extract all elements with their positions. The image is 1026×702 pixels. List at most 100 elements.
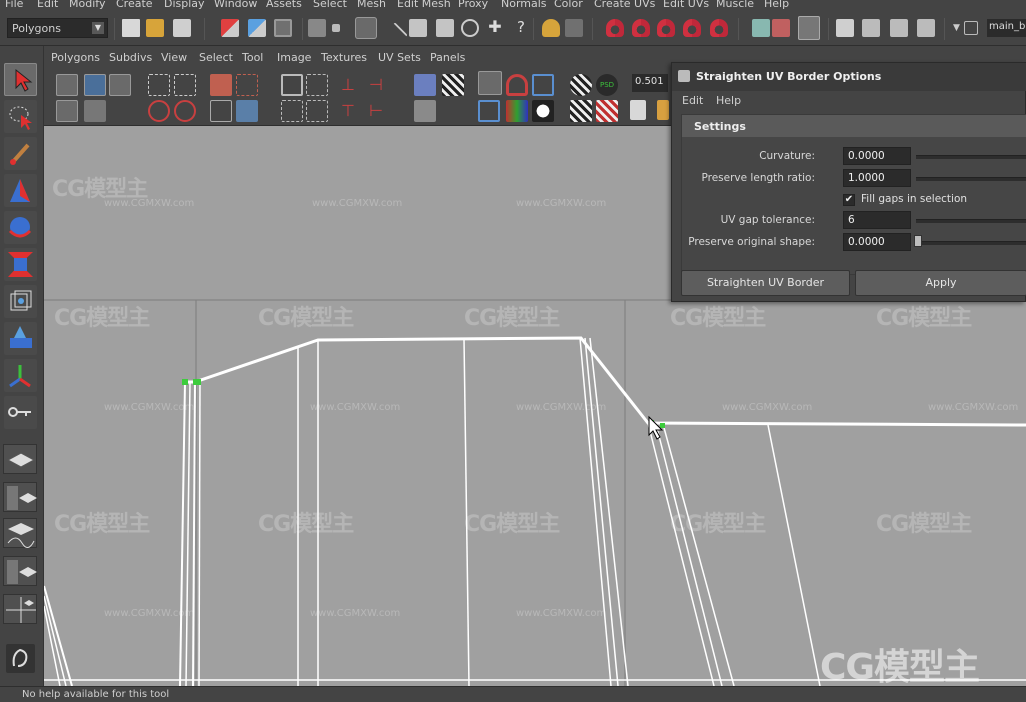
uv-menu-subdivs[interactable]: Subdivs — [109, 51, 152, 64]
menu-set-dropdown[interactable]: Polygons ▼ — [7, 18, 108, 38]
flip-u-icon[interactable] — [148, 74, 170, 96]
rotate-ccw-icon[interactable] — [148, 100, 170, 122]
uv-menu-tool[interactable]: Tool — [242, 51, 263, 64]
uv-gap-tolerance-field[interactable]: 6 — [843, 211, 911, 229]
layout-two-pane-button[interactable] — [3, 482, 37, 512]
manipulator-tool[interactable] — [4, 285, 37, 318]
rename-icon[interactable] — [964, 21, 978, 35]
sew-uv-edges-icon[interactable] — [210, 100, 232, 122]
render-frame-icon[interactable] — [836, 19, 854, 37]
menu-normals[interactable]: Normals — [501, 0, 547, 10]
script-editor-button[interactable] — [6, 644, 35, 673]
uv-shell-edges[interactable] — [44, 336, 1026, 686]
menu-display[interactable]: Display — [164, 0, 205, 10]
uv-menu-panels[interactable]: Panels — [430, 51, 465, 64]
align-v-icon[interactable]: ⊥ — [337, 74, 359, 96]
soft-mod-tool[interactable] — [4, 322, 37, 355]
uv-mask-icon[interactable] — [436, 19, 454, 37]
checker-tiles-icon[interactable] — [570, 100, 592, 122]
grid-uvs-icon[interactable] — [306, 74, 328, 96]
last-tool[interactable] — [4, 396, 37, 429]
scale-tool[interactable] — [4, 248, 37, 281]
menu-edit[interactable]: Edit — [37, 0, 58, 10]
menu-create[interactable]: Create — [116, 0, 153, 10]
move-and-sew-icon[interactable] — [236, 100, 258, 122]
uv-menu-select[interactable]: Select — [199, 51, 233, 64]
input-ops-icon[interactable] — [752, 19, 770, 37]
make-live-icon[interactable] — [710, 19, 728, 37]
show-manipulator-tool[interactable] — [4, 359, 37, 392]
layout-uvs-icon[interactable] — [281, 74, 303, 96]
quick-rename-field[interactable]: main_b — [987, 19, 1026, 37]
menu-assets[interactable]: Assets — [266, 0, 302, 10]
line-mask-icon[interactable] — [382, 22, 408, 48]
uv-snapshot-icon[interactable] — [84, 100, 106, 122]
new-scene-icon[interactable] — [122, 19, 140, 37]
menu-edit-mesh[interactable]: Edit Mesh — [397, 0, 451, 10]
uv-menu-textures[interactable]: Textures — [321, 51, 367, 64]
fill-gaps-checkbox[interactable]: ✔ — [843, 194, 855, 206]
curvature-slider[interactable] — [916, 155, 1026, 159]
menu-modify[interactable]: Modify — [69, 0, 105, 10]
uv-menu-polygons[interactable]: Polygons — [51, 51, 100, 64]
snap-point-icon[interactable] — [657, 19, 675, 37]
move-tool[interactable] — [4, 174, 37, 207]
preserve-length-ratio-slider[interactable] — [916, 177, 1026, 181]
highlight-icon[interactable] — [565, 19, 583, 37]
toggle-grid-icon[interactable] — [478, 71, 502, 95]
menu-mesh[interactable]: Mesh — [357, 0, 386, 10]
dialog-titlebar[interactable]: Straighten UV Border Options — [672, 63, 1026, 91]
uv-smudge-tool-icon[interactable] — [109, 74, 131, 96]
menu-file[interactable]: File — [5, 0, 23, 10]
select-tool[interactable] — [4, 63, 37, 96]
alpha-channel-icon[interactable] — [532, 100, 554, 122]
lasso-tool[interactable] — [4, 100, 37, 133]
edge-mask-icon[interactable] — [355, 17, 377, 39]
rotate-cw-icon[interactable] — [174, 100, 196, 122]
preserve-original-shape-slider[interactable] — [916, 241, 1026, 245]
preserve-original-shape-field[interactable]: 0.0000 — [843, 233, 911, 251]
straighten-icon[interactable]: ⊤ — [337, 100, 359, 122]
layout-split-button[interactable] — [3, 556, 37, 586]
uv-menu-view[interactable]: View — [161, 51, 187, 64]
menu-muscle[interactable]: Muscle — [716, 0, 754, 10]
layout-four-pane-button[interactable] — [3, 594, 37, 624]
menu-color[interactable]: Color — [554, 0, 583, 10]
display-image-icon[interactable] — [414, 74, 436, 96]
dialog-menu-edit[interactable]: Edit — [682, 94, 703, 107]
open-scene-icon[interactable] — [146, 19, 164, 37]
output-ops-icon[interactable] — [772, 19, 790, 37]
select-component-icon[interactable] — [274, 19, 292, 37]
select-object-icon[interactable] — [248, 19, 266, 37]
align-u-icon[interactable]: ⊣ — [365, 74, 387, 96]
move-icon[interactable]: ✚ — [486, 19, 504, 37]
uv-lattice-tool-icon[interactable] — [56, 74, 78, 96]
layout-single-pane-button[interactable] — [3, 444, 37, 474]
update-psd-icon[interactable] — [570, 74, 592, 96]
select-hierarchy-icon[interactable] — [221, 19, 239, 37]
ipr-render-icon[interactable] — [862, 19, 880, 37]
question-icon[interactable]: ? — [512, 19, 530, 37]
uv-gap-tolerance-slider[interactable] — [916, 219, 1026, 223]
lock-icon[interactable] — [542, 19, 560, 37]
cut-uv-edges-icon[interactable] — [210, 74, 232, 96]
hypershade-icon[interactable] — [917, 19, 935, 37]
render-settings-icon[interactable] — [890, 19, 908, 37]
psd-network-icon[interactable]: PSD — [596, 74, 618, 96]
settings-frame-header[interactable]: Settings — [682, 115, 1026, 137]
checker-icon[interactable] — [442, 74, 464, 96]
vertex-mask-icon[interactable] — [332, 24, 340, 32]
menu-help[interactable]: Help — [764, 0, 789, 10]
menu-edit-uvs[interactable]: Edit UVs — [663, 0, 709, 10]
curvature-field[interactable]: 0.0000 — [843, 147, 911, 165]
filter-icon[interactable] — [308, 19, 326, 37]
menu-select[interactable]: Select — [313, 0, 347, 10]
copy-value-field[interactable]: 0.501 — [632, 74, 668, 92]
texture-borders-icon[interactable] — [596, 100, 618, 122]
snap-curve-icon[interactable] — [632, 19, 650, 37]
isolate-select-icon[interactable] — [478, 100, 500, 122]
menu-proxy[interactable]: Proxy — [458, 0, 488, 10]
paint-select-tool[interactable] — [4, 137, 37, 170]
preserve-length-ratio-field[interactable]: 1.0000 — [843, 169, 911, 187]
copy-uvs-icon[interactable] — [630, 100, 646, 120]
